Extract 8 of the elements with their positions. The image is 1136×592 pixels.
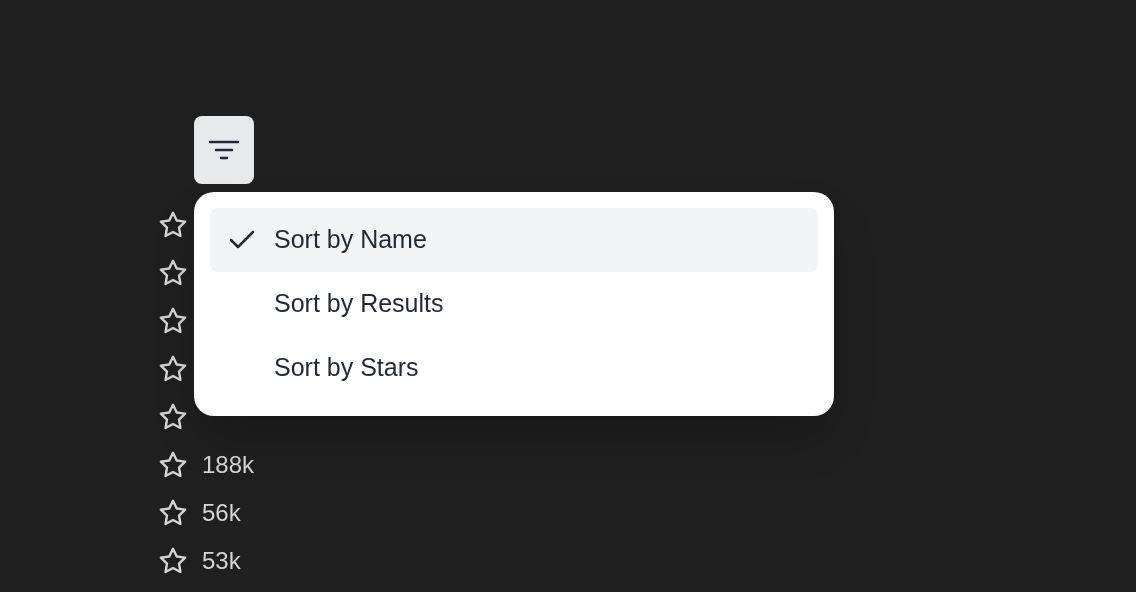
- filter-icon: [208, 138, 240, 162]
- star-count: 56k: [202, 498, 241, 528]
- menu-item[interactable]: Sort by Name: [210, 208, 818, 272]
- star-count: 53k: [202, 546, 241, 576]
- menu-item[interactable]: Sort by Stars: [210, 336, 818, 400]
- menu-item[interactable]: Sort by Results: [210, 272, 818, 336]
- filter-button[interactable]: [194, 116, 254, 184]
- star-count: 188k: [202, 450, 255, 480]
